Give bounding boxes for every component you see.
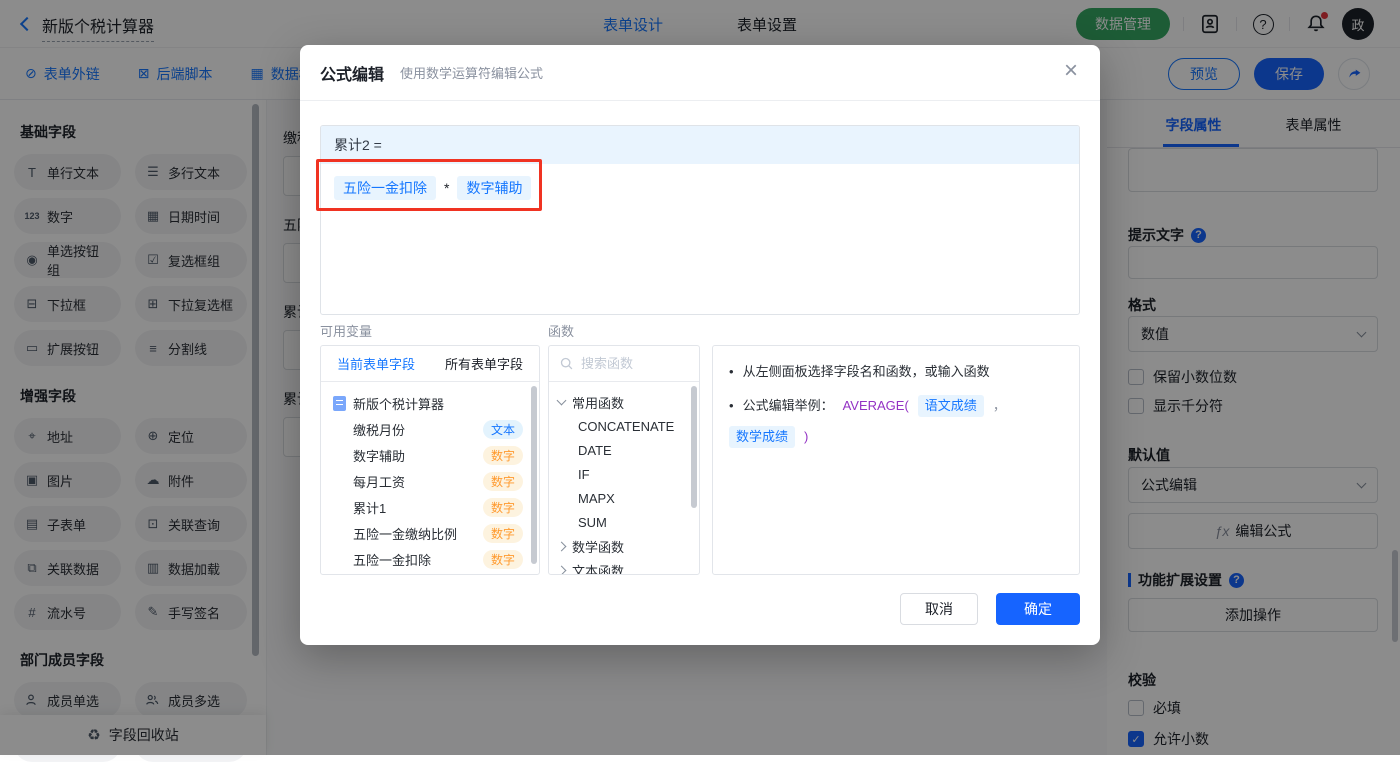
chevron-down-icon [556, 395, 567, 405]
confirm-button[interactable]: 确定 [996, 593, 1080, 625]
chevron-right-icon [556, 565, 567, 574]
form-node[interactable]: 新版个税计算器 [321, 390, 539, 416]
tab-all-form-fields[interactable]: 所有表单字段 [445, 354, 523, 373]
variable-row[interactable]: 缴税月份 文本 [321, 416, 539, 442]
function-group-common[interactable]: 常用函数 [549, 390, 699, 414]
example-field-chip: 数学成绩 [729, 426, 796, 448]
variable-row[interactable]: 累计1 数字 [321, 494, 539, 520]
type-badge: 数字 [482, 471, 523, 491]
function-item[interactable]: SUM [549, 510, 699, 534]
function-search[interactable] [549, 346, 699, 382]
variables-scrollbar[interactable] [531, 386, 537, 564]
variables-panel: 当前表单字段 所有表单字段 新版个税计算器 缴税月份 文本 数字辅助 数字 每月工资… [320, 345, 540, 575]
function-group-text[interactable]: 文本函数 [549, 558, 699, 574]
function-item[interactable]: MAPX [549, 486, 699, 510]
type-badge: 数字 [482, 497, 523, 517]
function-group-math[interactable]: 数学函数 [549, 534, 699, 558]
formula-expression[interactable]: 五险一金扣除 * 数字辅助 [321, 164, 1079, 212]
variables-section-label: 可用变量 [320, 324, 373, 339]
tab-current-form-fields[interactable]: 当前表单字段 [337, 354, 415, 373]
search-icon [560, 357, 573, 370]
functions-scrollbar[interactable] [691, 386, 697, 508]
variable-row[interactable]: 五险一金扣除 数字 [321, 546, 539, 572]
modal-header: 公式编辑 使用数学运算符编辑公式 [300, 45, 1100, 101]
type-badge: 文本 [482, 419, 523, 439]
variable-row[interactable]: 数字辅助 数字 [321, 442, 539, 468]
type-badge: 数字 [482, 445, 523, 465]
functions-panel: 常用函数 CONCATENATE DATE IF MAPX SUM 数学函数 文… [548, 345, 700, 575]
example-field-chip: 语文成绩 [917, 395, 984, 417]
tip-example-line: • 公式编辑举例： AVERAGE( 语文成绩 ， 数学成绩 ) [729, 395, 1063, 448]
function-search-input[interactable] [581, 356, 681, 371]
bullet: • [729, 398, 734, 413]
formula-field-token[interactable]: 五险一金扣除 [334, 176, 436, 200]
close-icon[interactable]: × [1064, 59, 1078, 83]
formula-target: 累计2 = [321, 126, 1079, 164]
modal-title: 公式编辑 [320, 66, 385, 84]
variable-row[interactable]: 每月工资 数字 [321, 468, 539, 494]
tips-panel: • 从左侧面板选择字段名和函数，或输入函数 • 公式编辑举例： AVERAGE(… [712, 345, 1080, 575]
function-item[interactable]: IF [549, 462, 699, 486]
variables-tree: 新版个税计算器 缴税月份 文本 数字辅助 数字 每月工资 数字 累计1 数字 五险一金缴… [321, 382, 539, 572]
variable-row[interactable]: 五险一金缴纳比例 数字 [321, 520, 539, 546]
modal-subtitle: 使用数学运算符编辑公式 [400, 66, 544, 81]
multiply-operator: * [444, 180, 450, 196]
function-item[interactable]: CONCATENATE [549, 414, 699, 438]
function-item[interactable]: DATE [549, 438, 699, 462]
type-badge: 数字 [482, 523, 523, 543]
type-badge: 数字 [482, 549, 523, 569]
form-doc-icon [333, 395, 346, 411]
chevron-right-icon [556, 541, 567, 551]
tip-line: • 从左侧面板选择字段名和函数，或输入函数 [729, 362, 1063, 382]
formula-field-token[interactable]: 数字辅助 [457, 176, 532, 200]
function-name: AVERAGE( [842, 398, 909, 413]
cancel-button[interactable]: 取消 [900, 593, 978, 625]
formula-editor[interactable]: 累计2 = 五险一金扣除 * 数字辅助 [320, 125, 1080, 315]
formula-edit-modal: 公式编辑 使用数学运算符编辑公式 × 累计2 = 五险一金扣除 * 数字辅助 可… [300, 45, 1100, 645]
variables-tabs: 当前表单字段 所有表单字段 [321, 346, 539, 382]
functions-tree: 常用函数 CONCATENATE DATE IF MAPX SUM 数学函数 文… [549, 382, 699, 574]
bullet: • [729, 364, 734, 379]
functions-section-label: 函数 [548, 324, 575, 339]
